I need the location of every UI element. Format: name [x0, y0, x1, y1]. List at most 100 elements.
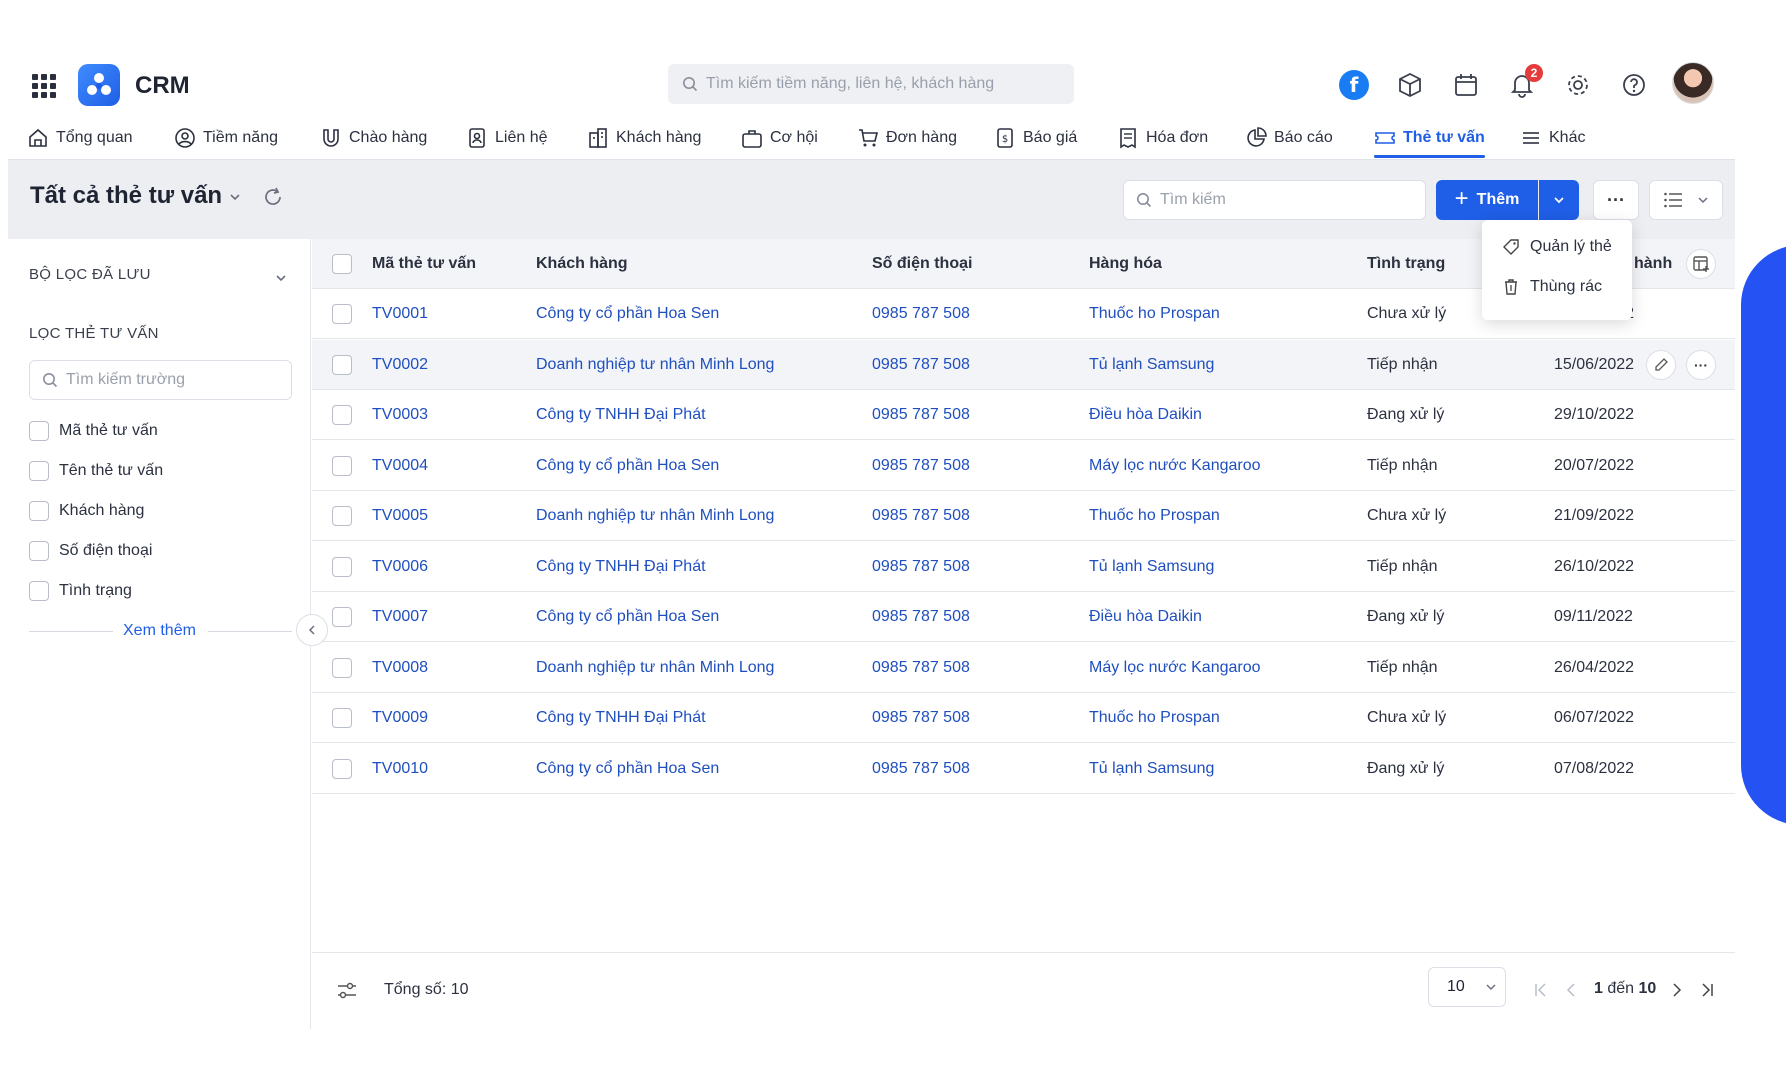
- help-icon[interactable]: [1619, 70, 1649, 100]
- row-checkbox[interactable]: [332, 354, 352, 375]
- customer-link[interactable]: Công ty cổ phần Hoa Sen: [536, 608, 719, 626]
- phone-link[interactable]: 0985 787 508: [872, 608, 970, 626]
- nav-tong-quan[interactable]: Tổng quan: [27, 118, 133, 158]
- table-row[interactable]: TV0004 Công ty cổ phần Hoa Sen 0985 787 50…: [312, 440, 1735, 491]
- see-more-link[interactable]: Xem thêm: [123, 622, 196, 640]
- list-search-input[interactable]: [1160, 191, 1400, 209]
- phone-link[interactable]: 0985 787 508: [872, 356, 970, 374]
- product-link[interactable]: Máy lọc nước Kangaroo: [1089, 659, 1261, 677]
- sliders-icon[interactable]: [336, 981, 358, 1001]
- customer-link[interactable]: Công ty TNHH Đại Phát: [536, 406, 706, 424]
- product-link[interactable]: Điều hòa Daikin: [1089, 608, 1202, 626]
- phone-link[interactable]: 0985 787 508: [872, 305, 970, 323]
- chevron-down-icon[interactable]: [274, 271, 288, 285]
- app-grid-icon[interactable]: [32, 74, 56, 98]
- product-link[interactable]: Điều hòa Daikin: [1089, 406, 1202, 424]
- filter-checkbox[interactable]: [29, 541, 49, 561]
- filter-field[interactable]: Mã thẻ tư vấn: [29, 421, 158, 441]
- table-row[interactable]: TV0010 Công ty cổ phần Hoa Sen 0985 787 50…: [312, 743, 1735, 794]
- chevron-down-icon[interactable]: [228, 190, 242, 204]
- column-header[interactable]: Hàng hóa: [1089, 255, 1162, 273]
- user-avatar[interactable]: [1672, 62, 1714, 104]
- nav-chao-hang[interactable]: Chào hàng: [320, 118, 427, 158]
- customer-link[interactable]: Doanh nghiệp tư nhân Minh Long: [536, 659, 774, 677]
- customer-link[interactable]: Công ty cổ phần Hoa Sen: [536, 457, 719, 475]
- customer-link[interactable]: Công ty TNHH Đại Phát: [536, 558, 706, 576]
- list-search-box[interactable]: [1123, 180, 1426, 220]
- column-header[interactable]: Khách hàng: [536, 255, 628, 273]
- card-code-link[interactable]: TV0003: [372, 406, 428, 424]
- table-row[interactable]: TV0003 Công ty TNHH Đại Phát 0985 787 508 Đ…: [312, 390, 1735, 440]
- view-mode-button[interactable]: [1649, 180, 1723, 220]
- edit-icon[interactable]: [1646, 349, 1676, 380]
- phone-link[interactable]: 0985 787 508: [872, 457, 970, 475]
- field-search-box[interactable]: [29, 360, 292, 400]
- nav-hoa-don[interactable]: Hóa đơn: [1117, 118, 1208, 158]
- customer-link[interactable]: Công ty cổ phần Hoa Sen: [536, 760, 719, 778]
- add-button[interactable]: + Thêm: [1436, 180, 1538, 220]
- customer-link[interactable]: Doanh nghiệp tư nhân Minh Long: [536, 507, 774, 525]
- card-code-link[interactable]: TV0005: [372, 507, 428, 525]
- row-checkbox[interactable]: [332, 455, 352, 476]
- filter-field[interactable]: Khách hàng: [29, 501, 144, 521]
- filter-field[interactable]: Số điện thoại: [29, 541, 152, 561]
- card-code-link[interactable]: TV0010: [372, 760, 428, 778]
- product-link[interactable]: Tủ lạnh Samsung: [1089, 356, 1214, 374]
- page-size-select[interactable]: 10: [1428, 967, 1506, 1007]
- table-row[interactable]: TV0009 Công ty TNHH Đại Phát 0985 787 508 T…: [312, 693, 1735, 743]
- nav-bao-cao[interactable]: Báo cáo: [1245, 118, 1333, 158]
- crm-logo[interactable]: [78, 64, 120, 106]
- card-code-link[interactable]: TV0002: [372, 356, 428, 374]
- row-checkbox[interactable]: [332, 556, 352, 577]
- facebook-icon[interactable]: f: [1339, 70, 1369, 100]
- more-options-button[interactable]: ···: [1593, 180, 1639, 220]
- product-link[interactable]: Máy lọc nước Kangaroo: [1089, 457, 1261, 475]
- row-checkbox[interactable]: [332, 304, 352, 324]
- product-link[interactable]: Tủ lạnh Samsung: [1089, 558, 1214, 576]
- phone-link[interactable]: 0985 787 508: [872, 558, 970, 576]
- bell-icon[interactable]: 2: [1507, 64, 1543, 100]
- row-checkbox[interactable]: [332, 708, 352, 728]
- menu-item-manage-tags[interactable]: Quản lý thẻ: [1502, 238, 1612, 256]
- nav-don-hang[interactable]: Đơn hàng: [857, 118, 957, 158]
- customer-link[interactable]: Công ty TNHH Đại Phát: [536, 709, 706, 727]
- product-link[interactable]: Tủ lạnh Samsung: [1089, 760, 1214, 778]
- table-row[interactable]: TV0007 Công ty cổ phần Hoa Sen 0985 787 50…: [312, 592, 1735, 642]
- table-row[interactable]: TV0005 Doanh nghiệp tư nhân Minh Long 0985…: [312, 491, 1735, 541]
- phone-link[interactable]: 0985 787 508: [872, 709, 970, 727]
- column-header[interactable]: Số điện thoại: [872, 255, 972, 273]
- card-code-link[interactable]: TV0006: [372, 558, 428, 576]
- card-code-link[interactable]: TV0007: [372, 608, 428, 626]
- card-code-link[interactable]: TV0001: [372, 305, 428, 323]
- global-search-input[interactable]: [706, 75, 1066, 93]
- nav-khach-hang[interactable]: Khách hàng: [587, 118, 701, 158]
- filter-checkbox[interactable]: [29, 501, 49, 521]
- column-header[interactable]: Mã thẻ tư vấn: [372, 255, 476, 273]
- nav-lien-he[interactable]: Liên hệ: [466, 118, 548, 158]
- select-all-checkbox[interactable]: [332, 254, 352, 274]
- row-more-icon[interactable]: ···: [1686, 349, 1716, 380]
- table-row[interactable]: TV0002 Doanh nghiệp tư nhân Minh Long 0985…: [312, 339, 1735, 390]
- table-row[interactable]: TV0006 Công ty TNHH Đại Phát 0985 787 508 T…: [312, 541, 1735, 592]
- filter-checkbox[interactable]: [29, 581, 49, 601]
- first-page-icon[interactable]: [1532, 981, 1550, 999]
- page-title[interactable]: Tất cả thẻ tư vấn: [30, 182, 222, 210]
- prev-page-icon[interactable]: [1562, 981, 1580, 999]
- column-settings-button[interactable]: [1686, 249, 1716, 279]
- customer-link[interactable]: Công ty cổ phần Hoa Sen: [536, 305, 719, 323]
- calendar-icon[interactable]: [1451, 70, 1481, 100]
- nav-tiem-nang[interactable]: Tiềm năng: [174, 118, 278, 158]
- row-checkbox[interactable]: [332, 758, 352, 779]
- gear-icon[interactable]: [1563, 70, 1593, 100]
- phone-link[interactable]: 0985 787 508: [872, 507, 970, 525]
- saved-filters-heading[interactable]: BỘ LỌC ĐÃ LƯU: [29, 266, 151, 283]
- product-link[interactable]: Thuốc ho Prospan: [1089, 709, 1220, 727]
- column-header[interactable]: hành: [1634, 255, 1672, 273]
- field-search-input[interactable]: [66, 371, 276, 389]
- phone-link[interactable]: 0985 787 508: [872, 406, 970, 424]
- nav-the-tu-van[interactable]: Thẻ tư vấn: [1374, 118, 1485, 158]
- cube-icon[interactable]: [1395, 70, 1425, 100]
- row-checkbox[interactable]: [332, 657, 352, 678]
- global-search-box[interactable]: [668, 64, 1074, 104]
- filter-field[interactable]: Tình trạng: [29, 581, 132, 601]
